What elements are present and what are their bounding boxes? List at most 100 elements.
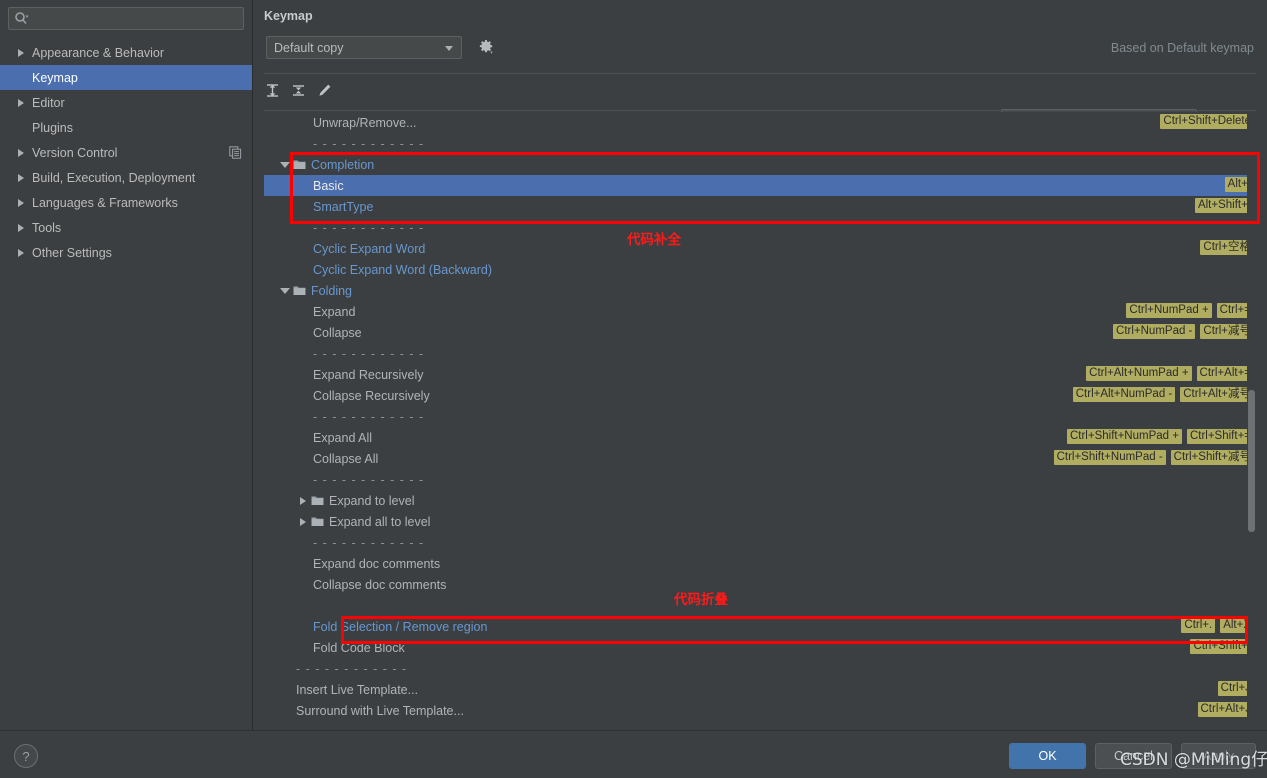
collapse-all-button[interactable]: [288, 82, 308, 102]
separator-dashes: - - - - - - - - - - - -: [296, 661, 408, 676]
table-row[interactable]: Unwrap/Remove... Ctrl+Shift+Delete: [264, 112, 1256, 133]
table-row[interactable]: Expand Recursively Ctrl+Alt+NumPad + Ctrl+…: [264, 364, 1256, 385]
cancel-button[interactable]: Cancel: [1095, 743, 1172, 769]
chevron-right-icon[interactable]: [14, 221, 28, 235]
sidebar-item-appearance-behavior[interactable]: Appearance & Behavior: [0, 40, 252, 65]
table-row[interactable]: Cyclic Expand Word Ctrl+空格: [264, 238, 1256, 259]
table-row[interactable]: Expand Ctrl+NumPad + Ctrl+=: [264, 301, 1256, 322]
keymap-select[interactable]: Default copy: [266, 36, 462, 59]
action-label: Expand All: [313, 430, 373, 445]
keymap-tree-rows: Unwrap/Remove... Ctrl+Shift+Delete - - - -…: [264, 112, 1256, 721]
edit-shortcut-button[interactable]: [314, 82, 334, 102]
keymap-tree[interactable]: Unwrap/Remove... Ctrl+Shift+Delete - - - -…: [264, 112, 1256, 727]
tree-group-row[interactable]: Folding: [264, 280, 1256, 301]
tree-separator-row: - - - - - - - - - - - -: [264, 532, 1256, 553]
action-label: Cyclic Expand Word: [313, 241, 426, 256]
sidebar-item-version-control[interactable]: Version Control: [0, 140, 252, 165]
sidebar-item-plugins[interactable]: Plugins: [0, 115, 252, 140]
shortcut-chip-group: Ctrl+空格: [1200, 240, 1254, 255]
sidebar-item-editor[interactable]: Editor: [0, 90, 252, 115]
action-label: SmartType: [313, 199, 374, 214]
chevron-right-icon[interactable]: [14, 171, 28, 185]
action-label: Completion: [311, 157, 375, 172]
sidebar-search-input[interactable]: [8, 7, 244, 30]
folder-icon: [291, 159, 307, 170]
sidebar-item-label: Build, Execution, Deployment: [32, 170, 196, 185]
action-label: Expand Recursively: [313, 367, 424, 382]
table-row[interactable]: Collapse Ctrl+NumPad - Ctrl+减号: [264, 322, 1256, 343]
table-row[interactable]: Collapse doc comments: [264, 574, 1256, 595]
tree-scrollbar-track[interactable]: [1247, 112, 1256, 727]
keymap-panel: Keymap Default copy Based on Default key…: [253, 0, 1267, 730]
tree-group-row[interactable]: Expand to level: [264, 490, 1256, 511]
expand-all-icon: [265, 83, 280, 101]
sidebar-item-label: Editor: [32, 95, 65, 110]
chevron-right-icon[interactable]: [14, 196, 28, 210]
table-row[interactable]: Basic Alt+/: [264, 175, 1256, 196]
shortcut-chip: Ctrl+NumPad -: [1113, 324, 1196, 339]
chevron-right-icon[interactable]: [14, 96, 28, 110]
sidebar-item-keymap[interactable]: Keymap: [0, 65, 252, 90]
shortcut-chip-group: Alt+Shift+/: [1194, 198, 1254, 213]
shortcut-chip: Ctrl+Shift+减号: [1170, 450, 1254, 465]
sidebar-item-label: Tools: [32, 220, 62, 235]
chevron-right-icon[interactable]: [14, 246, 28, 260]
pencil-edit-icon: [317, 83, 332, 101]
table-row[interactable]: SmartType Alt+Shift+/: [264, 196, 1256, 217]
chevron-right-icon[interactable]: [14, 46, 28, 60]
shortcut-chip: Alt+Shift+/: [1194, 198, 1254, 213]
folder-icon: [309, 495, 325, 506]
shortcut-chip: Ctrl+Alt+=: [1196, 366, 1254, 381]
shortcut-chip: Ctrl+Alt+NumPad +: [1086, 366, 1192, 381]
table-row[interactable]: Surround with Live Template... Ctrl+Alt+J: [264, 700, 1256, 721]
table-row[interactable]: Cyclic Expand Word (Backward): [264, 259, 1256, 280]
sidebar-item-label: Keymap: [32, 70, 78, 85]
tree-scrollbar-thumb[interactable]: [1248, 390, 1255, 532]
chevron-right-icon[interactable]: [14, 146, 28, 160]
sidebar-item-languages-frameworks[interactable]: Languages & Frameworks: [0, 190, 252, 215]
table-row[interactable]: Collapse Recursively Ctrl+Alt+NumPad - Ctr…: [264, 385, 1256, 406]
tree-group-row[interactable]: Completion: [264, 154, 1256, 175]
table-row[interactable]: Expand All Ctrl+Shift+NumPad + Ctrl+Shift+…: [264, 427, 1256, 448]
action-label: Fold Code Block: [313, 640, 405, 655]
ok-button[interactable]: OK: [1009, 743, 1086, 769]
chevron-right-icon[interactable]: [296, 517, 309, 526]
sidebar-search-container: [8, 7, 244, 30]
tree-separator-row: - - - - - - - - - - - -: [264, 658, 1256, 679]
table-row[interactable]: Insert Live Template... Ctrl+J: [264, 679, 1256, 700]
shortcut-chip-group: Ctrl+Alt+NumPad + Ctrl+Alt+=: [1086, 366, 1254, 381]
folder-icon: [291, 285, 307, 296]
apply-button[interactable]: Apply: [1181, 743, 1256, 769]
tree-separator-row: - - - - - - - - - - - -: [264, 406, 1256, 427]
action-label: Collapse All: [313, 451, 379, 466]
table-row[interactable]: Expand doc comments: [264, 553, 1256, 574]
action-label: Unwrap/Remove...: [313, 115, 417, 130]
table-row[interactable]: Fold Code Block Ctrl+Shift+.: [264, 637, 1256, 658]
shortcut-chip-group: Ctrl+. Alt+X: [1181, 618, 1254, 633]
sidebar-item-label: Plugins: [32, 120, 73, 135]
sidebar-item-build-execution-deployment[interactable]: Build, Execution, Deployment: [0, 165, 252, 190]
separator-dashes: - - - - - - - - - - - -: [313, 220, 425, 235]
separator-dashes: - - - - - - - - - - - -: [313, 346, 425, 361]
shortcut-chip: Ctrl+NumPad +: [1126, 303, 1212, 318]
keymap-select-value: Default copy: [274, 40, 344, 55]
shortcut-chip: Ctrl+Shift+NumPad +: [1066, 429, 1182, 444]
chevron-right-icon[interactable]: [296, 496, 309, 505]
gear-button[interactable]: [475, 38, 497, 58]
shortcut-chip: Ctrl+减号: [1200, 324, 1254, 339]
folder-icon: [309, 516, 325, 527]
based-on-keymap-label: Based on Default keymap: [1110, 41, 1254, 55]
shortcut-chip: Ctrl+Shift+.: [1190, 639, 1254, 654]
sidebar-item-other-settings[interactable]: Other Settings: [0, 240, 252, 265]
expand-all-button[interactable]: [262, 82, 282, 102]
chevron-down-icon[interactable]: [278, 287, 291, 294]
help-button[interactable]: ?: [14, 744, 38, 768]
dialog-button-bar: ? OK Cancel Apply: [0, 730, 1267, 778]
chevron-down-icon[interactable]: [278, 161, 291, 168]
table-row[interactable]: Collapse All Ctrl+Shift+NumPad - Ctrl+Shif…: [264, 448, 1256, 469]
sidebar-item-tools[interactable]: Tools: [0, 215, 252, 240]
tree-group-row[interactable]: Expand all to level: [264, 511, 1256, 532]
action-label: Fold Selection / Remove region: [313, 619, 488, 634]
table-row[interactable]: Fold Selection / Remove region Ctrl+. Alt+…: [264, 616, 1256, 637]
action-label: Expand to level: [329, 493, 415, 508]
